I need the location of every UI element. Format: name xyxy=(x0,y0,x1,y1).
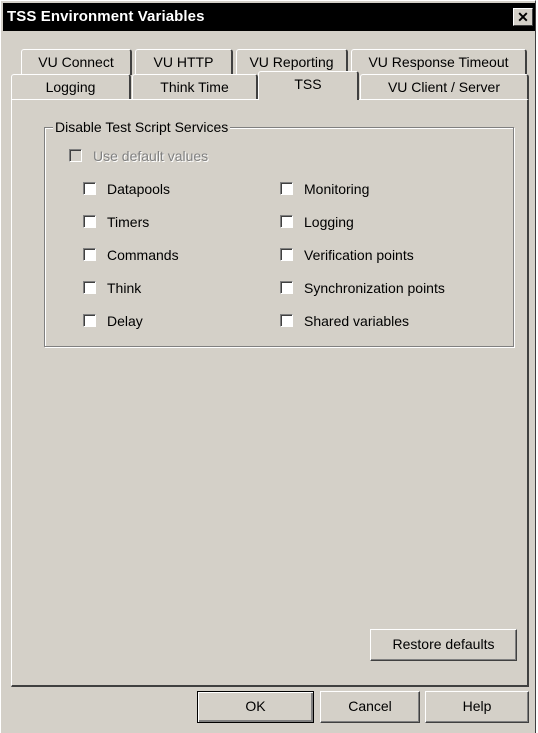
checkbox-label: Delay xyxy=(107,313,143,329)
tab-vu-http[interactable]: VU HTTP xyxy=(135,49,233,75)
checkbox-label: Shared variables xyxy=(304,313,410,329)
tab-label: VU Response Timeout xyxy=(368,54,509,70)
tab-label: TSS xyxy=(294,76,322,92)
tab-vu-response-timeout[interactable]: VU Response Timeout xyxy=(351,49,527,75)
window-title: TSS Environment Variables xyxy=(7,8,205,25)
tab-label: VU HTTP xyxy=(153,54,214,70)
checkbox-label: Verification points xyxy=(304,247,414,263)
checkbox-label: Synchronization points xyxy=(304,280,445,296)
checkbox-box xyxy=(83,215,96,228)
tab-tss[interactable]: TSS xyxy=(258,71,359,100)
cancel-button[interactable]: Cancel xyxy=(320,691,420,723)
checkbox-label: Use default values xyxy=(93,148,209,164)
checkbox-label: Commands xyxy=(107,247,179,263)
checkbox-box xyxy=(280,314,293,327)
dialog-window: TSS Environment Variables ✕ VU Connect V… xyxy=(0,0,536,733)
title-bar[interactable]: TSS Environment Variables ✕ xyxy=(3,3,535,31)
tab-logging[interactable]: Logging xyxy=(11,74,131,100)
tab-label: VU Connect xyxy=(38,54,114,70)
ok-button[interactable]: OK xyxy=(197,691,314,723)
tab-label: Think Time xyxy=(160,79,229,95)
checkbox-box xyxy=(69,149,82,162)
restore-defaults-button[interactable]: Restore defaults xyxy=(370,629,517,661)
close-icon: ✕ xyxy=(517,9,529,25)
tab-vu-client-server[interactable]: VU Client / Server xyxy=(360,74,529,100)
tab-vu-connect[interactable]: VU Connect xyxy=(21,49,132,75)
groupbox-legend: Disable Test Script Services xyxy=(53,119,231,135)
close-button[interactable]: ✕ xyxy=(513,8,533,26)
checkbox-box xyxy=(280,182,293,195)
checkbox-box xyxy=(83,314,96,327)
help-button[interactable]: Help xyxy=(425,691,529,723)
checkbox-box xyxy=(83,182,96,195)
checkbox-label: Timers xyxy=(107,214,150,230)
checkbox-box xyxy=(280,215,293,228)
checkbox-box xyxy=(280,281,293,294)
checkbox-label: Datapools xyxy=(107,181,171,197)
checkbox-label: Think xyxy=(107,280,142,296)
checkbox-box xyxy=(83,248,96,261)
checkbox-label: Monitoring xyxy=(304,181,370,197)
tab-think-time[interactable]: Think Time xyxy=(132,74,258,100)
tab-label: VU Reporting xyxy=(249,54,334,70)
checkbox-label: Logging xyxy=(304,214,354,230)
checkbox-box xyxy=(83,281,96,294)
disable-tss-groupbox: Disable Test Script Services Use default… xyxy=(44,119,514,347)
tab-label: VU Client / Server xyxy=(387,79,501,95)
checkbox-box xyxy=(280,248,293,261)
tab-label: Logging xyxy=(45,79,96,95)
tab-panel: Disable Test Script Services Use default… xyxy=(11,99,529,687)
